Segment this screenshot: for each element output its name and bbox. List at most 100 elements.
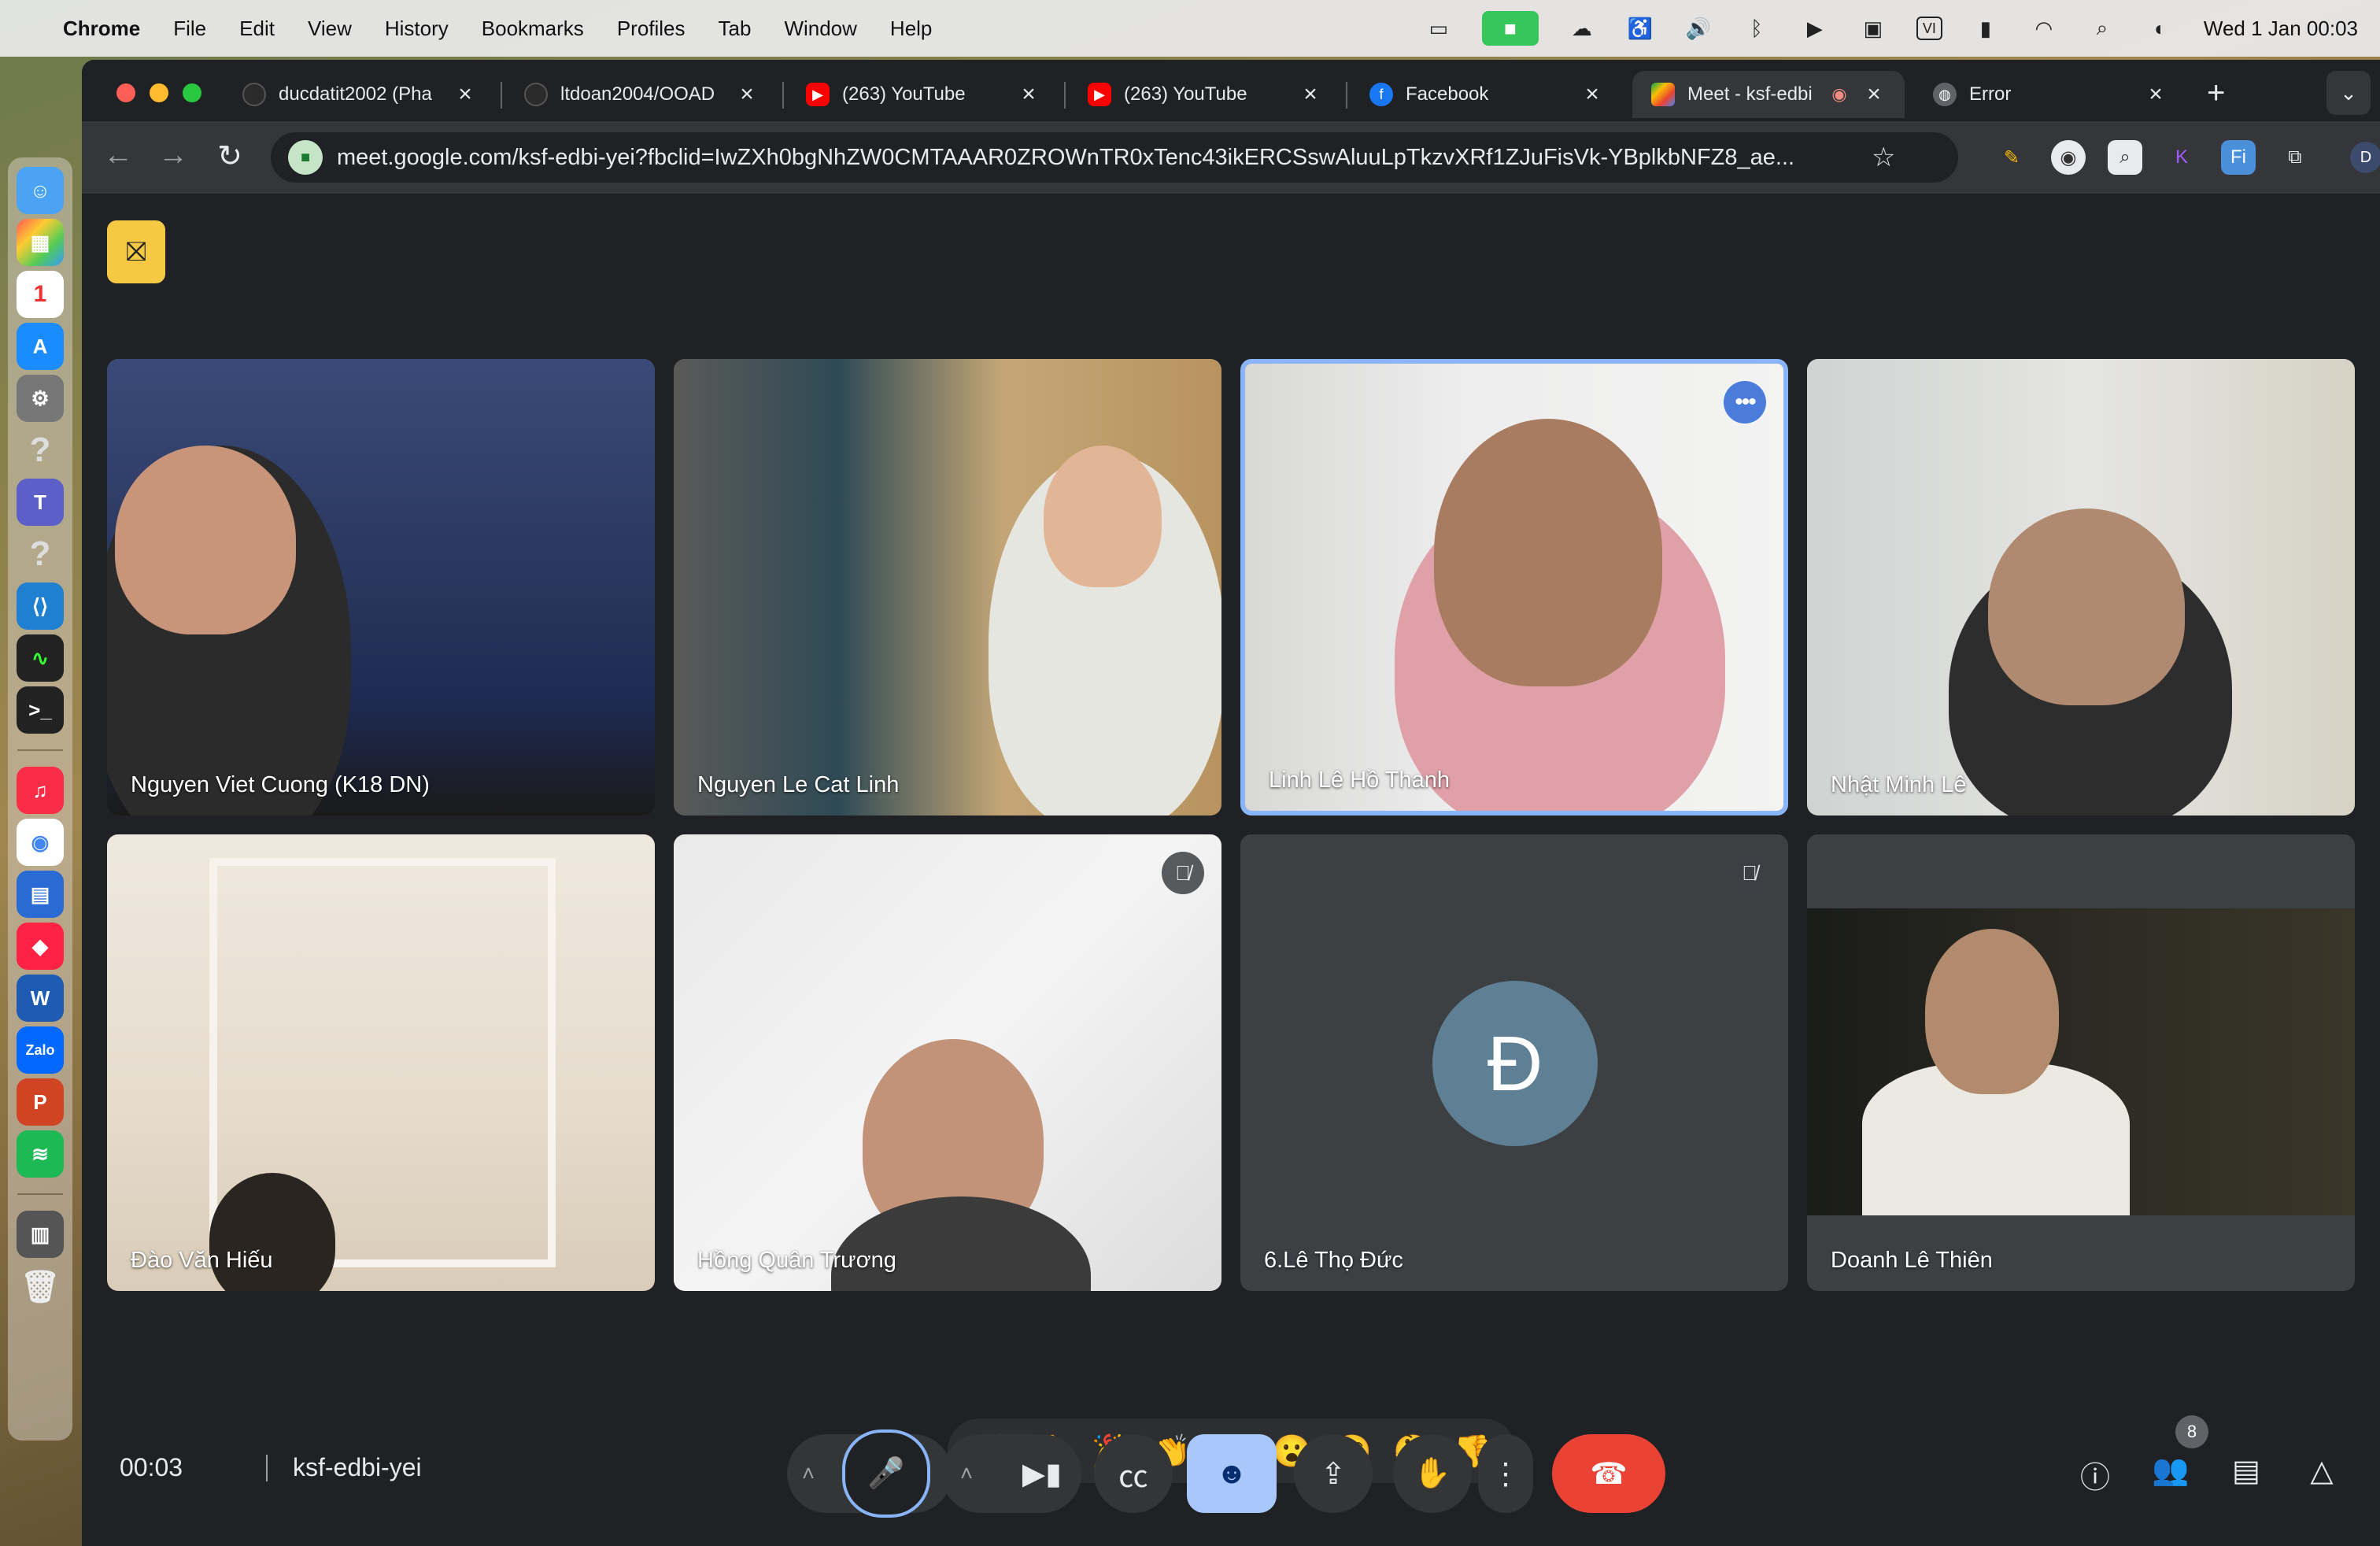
participant-tile[interactable]: Doanh Lê Thiên	[1807, 834, 2355, 1291]
participant-tile[interactable]: Nhật Minh Lê	[1807, 359, 2355, 816]
terminal-icon[interactable]: >_	[17, 686, 64, 734]
tab-close-icon[interactable]: ×	[1862, 81, 1886, 108]
participant-tile-active-speaker[interactable]: ••• Linh Lê Hồ Thanh	[1240, 359, 1788, 816]
trash-icon[interactable]: 🗑	[17, 1263, 64, 1310]
menubar-clock[interactable]: Wed 1 Jan 00:03	[2204, 17, 2358, 41]
microphone-toggle-button[interactable]: 🎤	[842, 1429, 930, 1518]
menu-edit[interactable]: Edit	[239, 17, 275, 41]
downloads-stack-icon[interactable]: ▥	[17, 1211, 64, 1258]
menu-window[interactable]: Window	[784, 17, 856, 41]
tab-close-icon[interactable]: ×	[453, 81, 477, 108]
wifi-icon[interactable]: ◠	[2029, 17, 2059, 40]
activity-monitor-icon[interactable]: ∿	[17, 634, 64, 682]
translate-extension-icon[interactable]: Fi	[2221, 140, 2256, 175]
display-icon[interactable]: ▭	[1424, 17, 1454, 40]
tab-youtube-1[interactable]: ▶ (263) YouTube ×	[787, 71, 1059, 118]
screen-recorder-extension-icon[interactable]: ◉	[2051, 140, 2086, 175]
tab-close-icon[interactable]: ×	[1017, 81, 1040, 108]
menu-file[interactable]: File	[173, 17, 206, 41]
bitwarden-icon[interactable]: ▤	[17, 871, 64, 918]
bookmark-star-icon[interactable]: ☆	[1872, 142, 1895, 173]
launchpad-icon[interactable]: ▦	[17, 219, 64, 266]
profile-avatar[interactable]: D	[2350, 142, 2380, 173]
kagi-extension-icon[interactable]: K	[2164, 140, 2199, 175]
people-icon[interactable]: 👥 8	[2133, 1415, 2208, 1496]
participant-tile[interactable]: Nguyen Viet Cuong (K18 DN)	[107, 359, 655, 816]
menu-help[interactable]: Help	[890, 17, 932, 41]
captions-button[interactable]: ㏄	[1094, 1434, 1173, 1513]
leave-call-button[interactable]: ☎	[1552, 1434, 1665, 1513]
participant-tile[interactable]: 🎙̸ Hồng Quân Trương	[674, 834, 1221, 1291]
menu-app-name[interactable]: Chrome	[63, 17, 140, 41]
chat-icon[interactable]: ▤	[2208, 1453, 2284, 1496]
tab-close-icon[interactable]: ×	[1299, 81, 1322, 108]
anydesk-icon[interactable]: ◆	[17, 923, 64, 970]
audio-options-chevron-up-icon[interactable]: ˄	[789, 1434, 828, 1513]
zoom-window-button[interactable]	[183, 83, 201, 102]
app-store-icon[interactable]: A	[17, 323, 64, 370]
spotlight-search-icon[interactable]: ⌕	[2087, 16, 2117, 40]
tab-error[interactable]: ◍ Error ×	[1914, 71, 2186, 118]
tab-github-ducdatit[interactable]: ducdatit2002 (Pha ×	[224, 71, 496, 118]
spotify-icon[interactable]: ≋	[17, 1130, 64, 1178]
input-source-indicator[interactable]: VI	[1916, 17, 1942, 40]
menu-profiles[interactable]: Profiles	[617, 17, 686, 41]
meeting-details-info-icon[interactable]: ⓘ	[2057, 1453, 2133, 1496]
unknown-app-icon-2[interactable]: ?	[17, 531, 64, 578]
accessibility-icon[interactable]: ♿	[1625, 17, 1655, 40]
volume-icon[interactable]: 🔊	[1683, 17, 1713, 40]
control-center-icon[interactable]: ◐	[2145, 17, 2175, 40]
raise-hand-button[interactable]: ✋	[1393, 1434, 1472, 1513]
battery-icon[interactable]: ▮	[1971, 17, 2001, 40]
teams-icon[interactable]: T	[17, 479, 64, 526]
participant-tile[interactable]: Đ 🎙̸ 6.Lê Thọ Đức	[1240, 834, 1788, 1291]
bluetooth-icon[interactable]: ᛒ	[1742, 17, 1772, 40]
menu-tab[interactable]: Tab	[719, 17, 752, 41]
camera-in-use-icon[interactable]: ■	[1481, 11, 1539, 46]
back-arrow-icon[interactable]: ←	[99, 139, 137, 172]
tab-close-icon[interactable]: ×	[2144, 81, 2168, 108]
tab-close-icon[interactable]: ×	[735, 81, 759, 108]
menu-bookmarks[interactable]: Bookmarks	[482, 17, 584, 41]
more-options-button[interactable]: ⋮	[1478, 1434, 1533, 1513]
camera-off-notice-icon[interactable]: ⛝	[107, 220, 165, 283]
zalo-icon[interactable]: Zalo	[17, 1026, 64, 1074]
system-settings-icon[interactable]: ⚙	[17, 375, 64, 422]
highlighter-extension-icon[interactable]: ✎	[1994, 140, 2029, 175]
chrome-icon[interactable]: ◉	[17, 819, 64, 866]
play-icon[interactable]: ▶	[1800, 17, 1830, 40]
screen-mirroring-icon[interactable]: ▣	[1858, 17, 1888, 40]
powerpoint-icon[interactable]: P	[17, 1078, 64, 1126]
reload-icon[interactable]: ↻	[211, 139, 249, 174]
unknown-app-icon[interactable]: ?	[17, 427, 64, 474]
new-tab-button[interactable]: +	[2207, 76, 2225, 111]
vscode-icon[interactable]: ⟨⟩	[17, 583, 64, 630]
menu-view[interactable]: View	[308, 17, 352, 41]
camera-toggle-button[interactable]: ▶▮	[1003, 1434, 1081, 1513]
music-icon[interactable]: ♫	[17, 767, 64, 814]
more-options-icon[interactable]: •••	[1724, 381, 1766, 423]
address-bar[interactable]: ■ meet.google.com/ksf-edbi-yei?fbclid=Iw…	[271, 132, 1958, 183]
tab-close-icon[interactable]: ×	[1580, 81, 1604, 108]
calendar-icon[interactable]: 1	[17, 271, 64, 318]
video-options-chevron-up-icon[interactable]: ˄	[943, 1434, 990, 1513]
present-screen-button[interactable]: ⇪	[1294, 1434, 1373, 1513]
minimize-window-button[interactable]	[150, 83, 168, 102]
search-extension-icon[interactable]: ⌕	[2108, 140, 2142, 175]
extensions-puzzle-icon[interactable]: ⧉	[2278, 140, 2312, 175]
finder-icon[interactable]: ☺	[17, 167, 64, 214]
tab-github-ltdoan[interactable]: ltdoan2004/OOAD ×	[505, 71, 778, 118]
camera-in-use-site-icon[interactable]: ■	[288, 140, 323, 175]
send-reaction-button[interactable]: ☻	[1187, 1434, 1277, 1513]
cloud-icon[interactable]: ☁	[1567, 17, 1597, 40]
menu-history[interactable]: History	[385, 17, 449, 41]
participant-tile[interactable]: Đào Văn Hiếu	[107, 834, 655, 1291]
close-window-button[interactable]	[116, 83, 135, 102]
activities-icon[interactable]: △	[2284, 1453, 2360, 1496]
tab-search-button[interactable]: ⌄	[2326, 71, 2371, 115]
tab-youtube-2[interactable]: ▶ (263) YouTube ×	[1069, 71, 1341, 118]
tab-google-meet[interactable]: Meet - ksf-edbi ◉ ×	[1632, 71, 1905, 118]
participant-tile[interactable]: Nguyen Le Cat Linh	[674, 359, 1221, 816]
forward-arrow-icon[interactable]: →	[154, 139, 192, 172]
word-icon[interactable]: W	[17, 975, 64, 1022]
